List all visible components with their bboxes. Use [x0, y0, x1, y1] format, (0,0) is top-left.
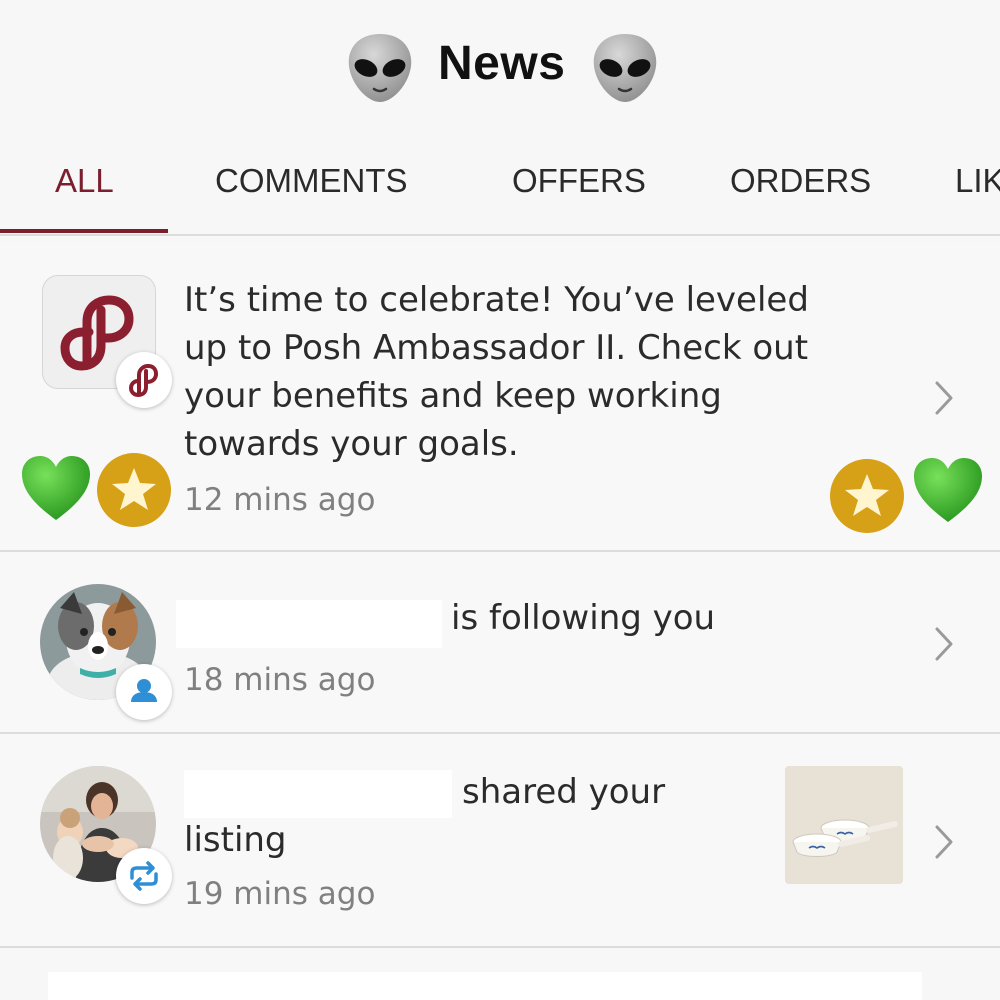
- notification-item[interactable]: It’s time to celebrate! You’ve leveled u…: [0, 242, 1000, 552]
- tab-bar: ALL COMMENTS OFFERS ORDERS LIK: [0, 140, 1000, 236]
- chevron-right-icon[interactable]: [934, 380, 954, 416]
- notification-item[interactable]: is following you 18 mins ago: [0, 552, 1000, 734]
- timestamp: 18 mins ago: [184, 662, 376, 698]
- green-heart-icon: [914, 458, 982, 522]
- chevron-right-icon[interactable]: [934, 626, 954, 662]
- alien-emoji-icon: [593, 34, 657, 102]
- alien-emoji-icon: [348, 34, 412, 102]
- gold-star-icon: [830, 459, 904, 533]
- share-icon: [116, 848, 172, 904]
- active-tab-indicator: [0, 229, 168, 233]
- green-heart-icon: [22, 456, 90, 520]
- tab-all[interactable]: ALL: [55, 162, 114, 200]
- tab-offers[interactable]: OFFERS: [512, 162, 646, 200]
- redacted-username: [176, 600, 442, 648]
- notification-text: listing: [184, 820, 287, 860]
- notification-text-line: It’s time to celebrate! You’ve leveled: [184, 280, 809, 320]
- page-title: News: [438, 37, 566, 90]
- gold-star-icon: [97, 453, 171, 527]
- notification-text: shared your: [462, 772, 666, 812]
- notification-text-line: your benefits and keep working: [184, 376, 722, 416]
- chevron-right-icon[interactable]: [934, 824, 954, 860]
- timestamp: 19 mins ago: [184, 876, 376, 912]
- timestamp: 12 mins ago: [184, 482, 376, 518]
- header: News: [0, 0, 1000, 130]
- poshmark-badge-icon: [116, 352, 172, 408]
- tab-comments[interactable]: COMMENTS: [215, 162, 408, 200]
- tab-orders[interactable]: ORDERS: [730, 162, 871, 200]
- tab-likes[interactable]: LIK: [955, 162, 1000, 200]
- redacted-username: [184, 770, 452, 818]
- person-icon: [116, 664, 172, 720]
- notification-text: It’s time to celebrate! You’ve leveled u…: [184, 276, 884, 468]
- notification-text-line: up to Posh Ambassador II. Check out: [184, 328, 809, 368]
- next-item-partial: [48, 972, 922, 1000]
- notification-text: is following you: [451, 598, 716, 638]
- notification-text-line: towards your goals.: [184, 424, 519, 464]
- notification-item[interactable]: shared your listing 19 mins ago: [0, 734, 1000, 948]
- listing-thumbnail[interactable]: [785, 766, 903, 884]
